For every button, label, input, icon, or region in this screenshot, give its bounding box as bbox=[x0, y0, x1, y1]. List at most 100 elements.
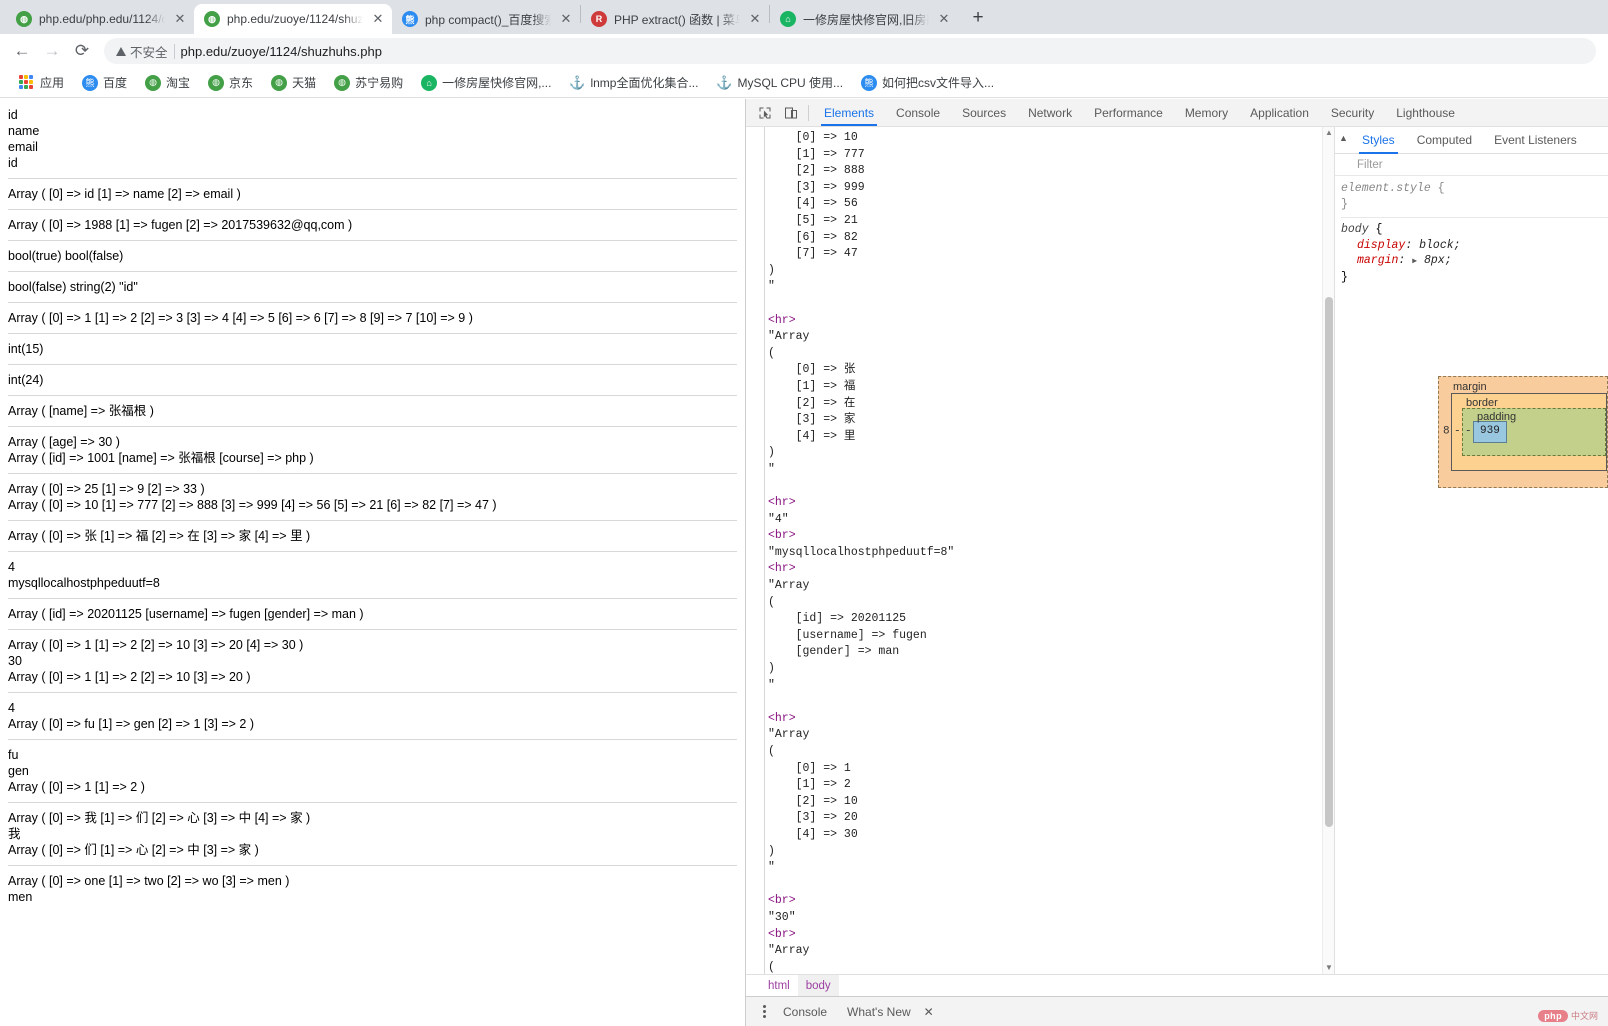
not-secure-indicator[interactable]: 不安全 bbox=[116, 42, 168, 61]
dom-node-text[interactable]: [4] => 56 bbox=[768, 196, 1334, 213]
css-value[interactable]: 8px bbox=[1424, 254, 1445, 267]
back-icon[interactable]: ← bbox=[8, 37, 36, 65]
dom-node-text[interactable]: [3] => 家 bbox=[768, 412, 1334, 429]
devtools-tab-application[interactable]: Application bbox=[1239, 99, 1320, 126]
dom-node-text[interactable]: [5] => 21 bbox=[768, 213, 1334, 230]
devtools-tab-lighthouse[interactable]: Lighthouse bbox=[1385, 99, 1466, 126]
bookmark-item[interactable]: 熊 如何把csv文件导入... bbox=[852, 71, 1003, 95]
bookmark-item[interactable]: 熊 百度 bbox=[73, 71, 136, 95]
browser-tab-active[interactable]: ◍ php.edu/zuoye/1124/shuzhuh ✕ bbox=[194, 4, 392, 34]
scrollbar-thumb[interactable] bbox=[1325, 297, 1333, 827]
devtools-tab-console[interactable]: Console bbox=[885, 99, 951, 126]
border-left-value[interactable]: - bbox=[1454, 424, 1461, 440]
bookmark-item[interactable]: ◍ 京东 bbox=[199, 71, 262, 95]
dom-node-text[interactable]: [username] => fugen bbox=[768, 628, 1334, 645]
dom-node-text[interactable]: ) bbox=[768, 844, 1334, 861]
devtools-tab-sources[interactable]: Sources bbox=[951, 99, 1017, 126]
dom-node-text[interactable]: [7] => 47 bbox=[768, 246, 1334, 263]
dom-node-text[interactable]: [3] => 20 bbox=[768, 810, 1334, 827]
style-rule[interactable]: element.style { } bbox=[1341, 181, 1608, 215]
dom-node-text[interactable]: [0] => 1 bbox=[768, 761, 1334, 778]
drawer-tab-whats-new[interactable]: What's New bbox=[838, 1005, 920, 1019]
dom-node-text[interactable]: [1] => 2 bbox=[768, 777, 1334, 794]
css-value[interactable]: block bbox=[1419, 239, 1454, 252]
address-bar[interactable]: 不安全 php.edu/zuoye/1124/shuzhuhs.php bbox=[104, 38, 1596, 64]
dom-node-text[interactable]: "Array bbox=[768, 943, 1334, 960]
dom-node-text[interactable]: [6] => 82 bbox=[768, 230, 1334, 247]
css-property[interactable]: margin bbox=[1341, 254, 1398, 267]
dom-node-text[interactable]: "Array bbox=[768, 727, 1334, 744]
dom-node-text[interactable]: [2] => 888 bbox=[768, 163, 1334, 180]
close-icon[interactable]: ✕ bbox=[172, 11, 188, 27]
dom-node-text[interactable]: ( bbox=[768, 346, 1334, 363]
dom-node-text[interactable]: ) bbox=[768, 263, 1334, 280]
styles-tab-styles[interactable]: Styles bbox=[1351, 127, 1406, 154]
close-icon[interactable]: ✕ bbox=[558, 11, 574, 27]
bookmark-item[interactable]: ◍ 苏宁易购 bbox=[325, 71, 412, 95]
styles-tab-event-listeners[interactable]: Event Listeners bbox=[1483, 127, 1588, 154]
box-model-padding[interactable]: padding - 939 bbox=[1462, 408, 1606, 456]
dom-node-text[interactable]: [2] => 10 bbox=[768, 794, 1334, 811]
breadcrumb-html[interactable]: html bbox=[760, 975, 798, 997]
dom-node-text[interactable]: "30" bbox=[768, 910, 1334, 927]
dom-node-text[interactable]: ( bbox=[768, 960, 1334, 974]
collapse-icon[interactable]: ▲ bbox=[1339, 133, 1348, 143]
bookmark-item[interactable]: ⚓ lnmp全面优化集合... bbox=[560, 71, 707, 95]
dom-node-text[interactable]: " bbox=[768, 462, 1334, 479]
dom-tree[interactable]: [0] => 10 [1] => 777 [2] => 888 [3] => 9… bbox=[746, 127, 1334, 974]
dom-node-text[interactable]: " bbox=[768, 279, 1334, 296]
dom-scrollbar[interactable]: ▲ ▼ bbox=[1322, 127, 1334, 974]
bookmark-item[interactable]: ◍ 淘宝 bbox=[136, 71, 199, 95]
bookmark-apps[interactable]: 应用 bbox=[10, 71, 73, 95]
forward-icon[interactable]: → bbox=[38, 37, 66, 65]
style-rule[interactable]: body { display: block; margin: ▶ 8px; } bbox=[1341, 217, 1608, 288]
new-tab-button[interactable]: + bbox=[964, 4, 992, 32]
css-property[interactable]: display bbox=[1341, 239, 1405, 252]
dom-node-text[interactable]: "Array bbox=[768, 578, 1334, 595]
dom-node-text[interactable]: ) bbox=[768, 661, 1334, 678]
dom-node-text[interactable]: [2] => 在 bbox=[768, 396, 1334, 413]
close-icon[interactable]: ✕ bbox=[747, 11, 763, 27]
styles-tab-computed[interactable]: Computed bbox=[1406, 127, 1483, 154]
devtools-tab-network[interactable]: Network bbox=[1017, 99, 1083, 126]
devtools-tab-elements[interactable]: Elements bbox=[813, 99, 885, 126]
close-icon[interactable]: ✕ bbox=[370, 11, 386, 27]
device-toolbar-icon[interactable] bbox=[778, 102, 804, 124]
drawer-tab-console[interactable]: Console bbox=[774, 1005, 836, 1019]
dom-node-text[interactable]: "mysqllocalhostphpeduutf=8" bbox=[768, 545, 1334, 562]
reload-icon[interactable]: ⟳ bbox=[68, 37, 96, 65]
bookmark-item[interactable]: ⌂ 一修房屋快修官网,... bbox=[412, 71, 560, 95]
dom-node-text[interactable] bbox=[768, 694, 1334, 711]
dom-node-text[interactable]: "4" bbox=[768, 512, 1334, 529]
dom-node-text[interactable]: [id] => 20201125 bbox=[768, 611, 1334, 628]
dom-node-text[interactable]: [4] => 里 bbox=[768, 429, 1334, 446]
box-model-margin[interactable]: margin 8 border - padding - 939 bbox=[1438, 376, 1608, 488]
dom-node-text[interactable]: [3] => 999 bbox=[768, 180, 1334, 197]
more-options-icon[interactable] bbox=[756, 1005, 772, 1018]
dom-node-text[interactable]: [4] => 30 bbox=[768, 827, 1334, 844]
browser-tab[interactable]: 熊 php compact()_百度搜索 ✕ bbox=[392, 4, 580, 34]
dom-node-tag[interactable]: <br> bbox=[768, 893, 1334, 910]
dom-node-tag[interactable]: <br> bbox=[768, 528, 1334, 545]
padding-left-value[interactable]: - bbox=[1465, 424, 1472, 440]
styles-filter-input[interactable]: Filter bbox=[1335, 154, 1608, 176]
devtools-tab-security[interactable]: Security bbox=[1320, 99, 1385, 126]
bookmark-item[interactable]: ⚓ MySQL CPU 使用... bbox=[707, 71, 852, 95]
dom-node-text[interactable]: [1] => 777 bbox=[768, 147, 1334, 164]
dom-node-text[interactable]: ) bbox=[768, 445, 1334, 462]
devtools-tab-memory[interactable]: Memory bbox=[1174, 99, 1239, 126]
dom-node-tag[interactable]: <br> bbox=[768, 927, 1334, 944]
dom-node-text[interactable] bbox=[768, 478, 1334, 495]
dom-node-text[interactable]: [0] => 张 bbox=[768, 362, 1334, 379]
browser-tab[interactable]: ⌂ 一修房屋快修官网,旧房翻新,墙面 ✕ bbox=[770, 4, 958, 34]
dom-node-text[interactable]: [1] => 福 bbox=[768, 379, 1334, 396]
margin-left-value[interactable]: 8 bbox=[1443, 424, 1450, 440]
dom-node-text[interactable] bbox=[768, 877, 1334, 894]
dom-node-text[interactable]: " bbox=[768, 678, 1334, 695]
close-icon[interactable]: ✕ bbox=[922, 1005, 934, 1019]
dom-node-tag[interactable]: <hr> bbox=[768, 711, 1334, 728]
dom-node-text[interactable]: [gender] => man bbox=[768, 644, 1334, 661]
dom-node-tag[interactable]: <hr> bbox=[768, 561, 1334, 578]
dom-node-text[interactable]: ( bbox=[768, 744, 1334, 761]
dom-node-tag[interactable]: <hr> bbox=[768, 495, 1334, 512]
